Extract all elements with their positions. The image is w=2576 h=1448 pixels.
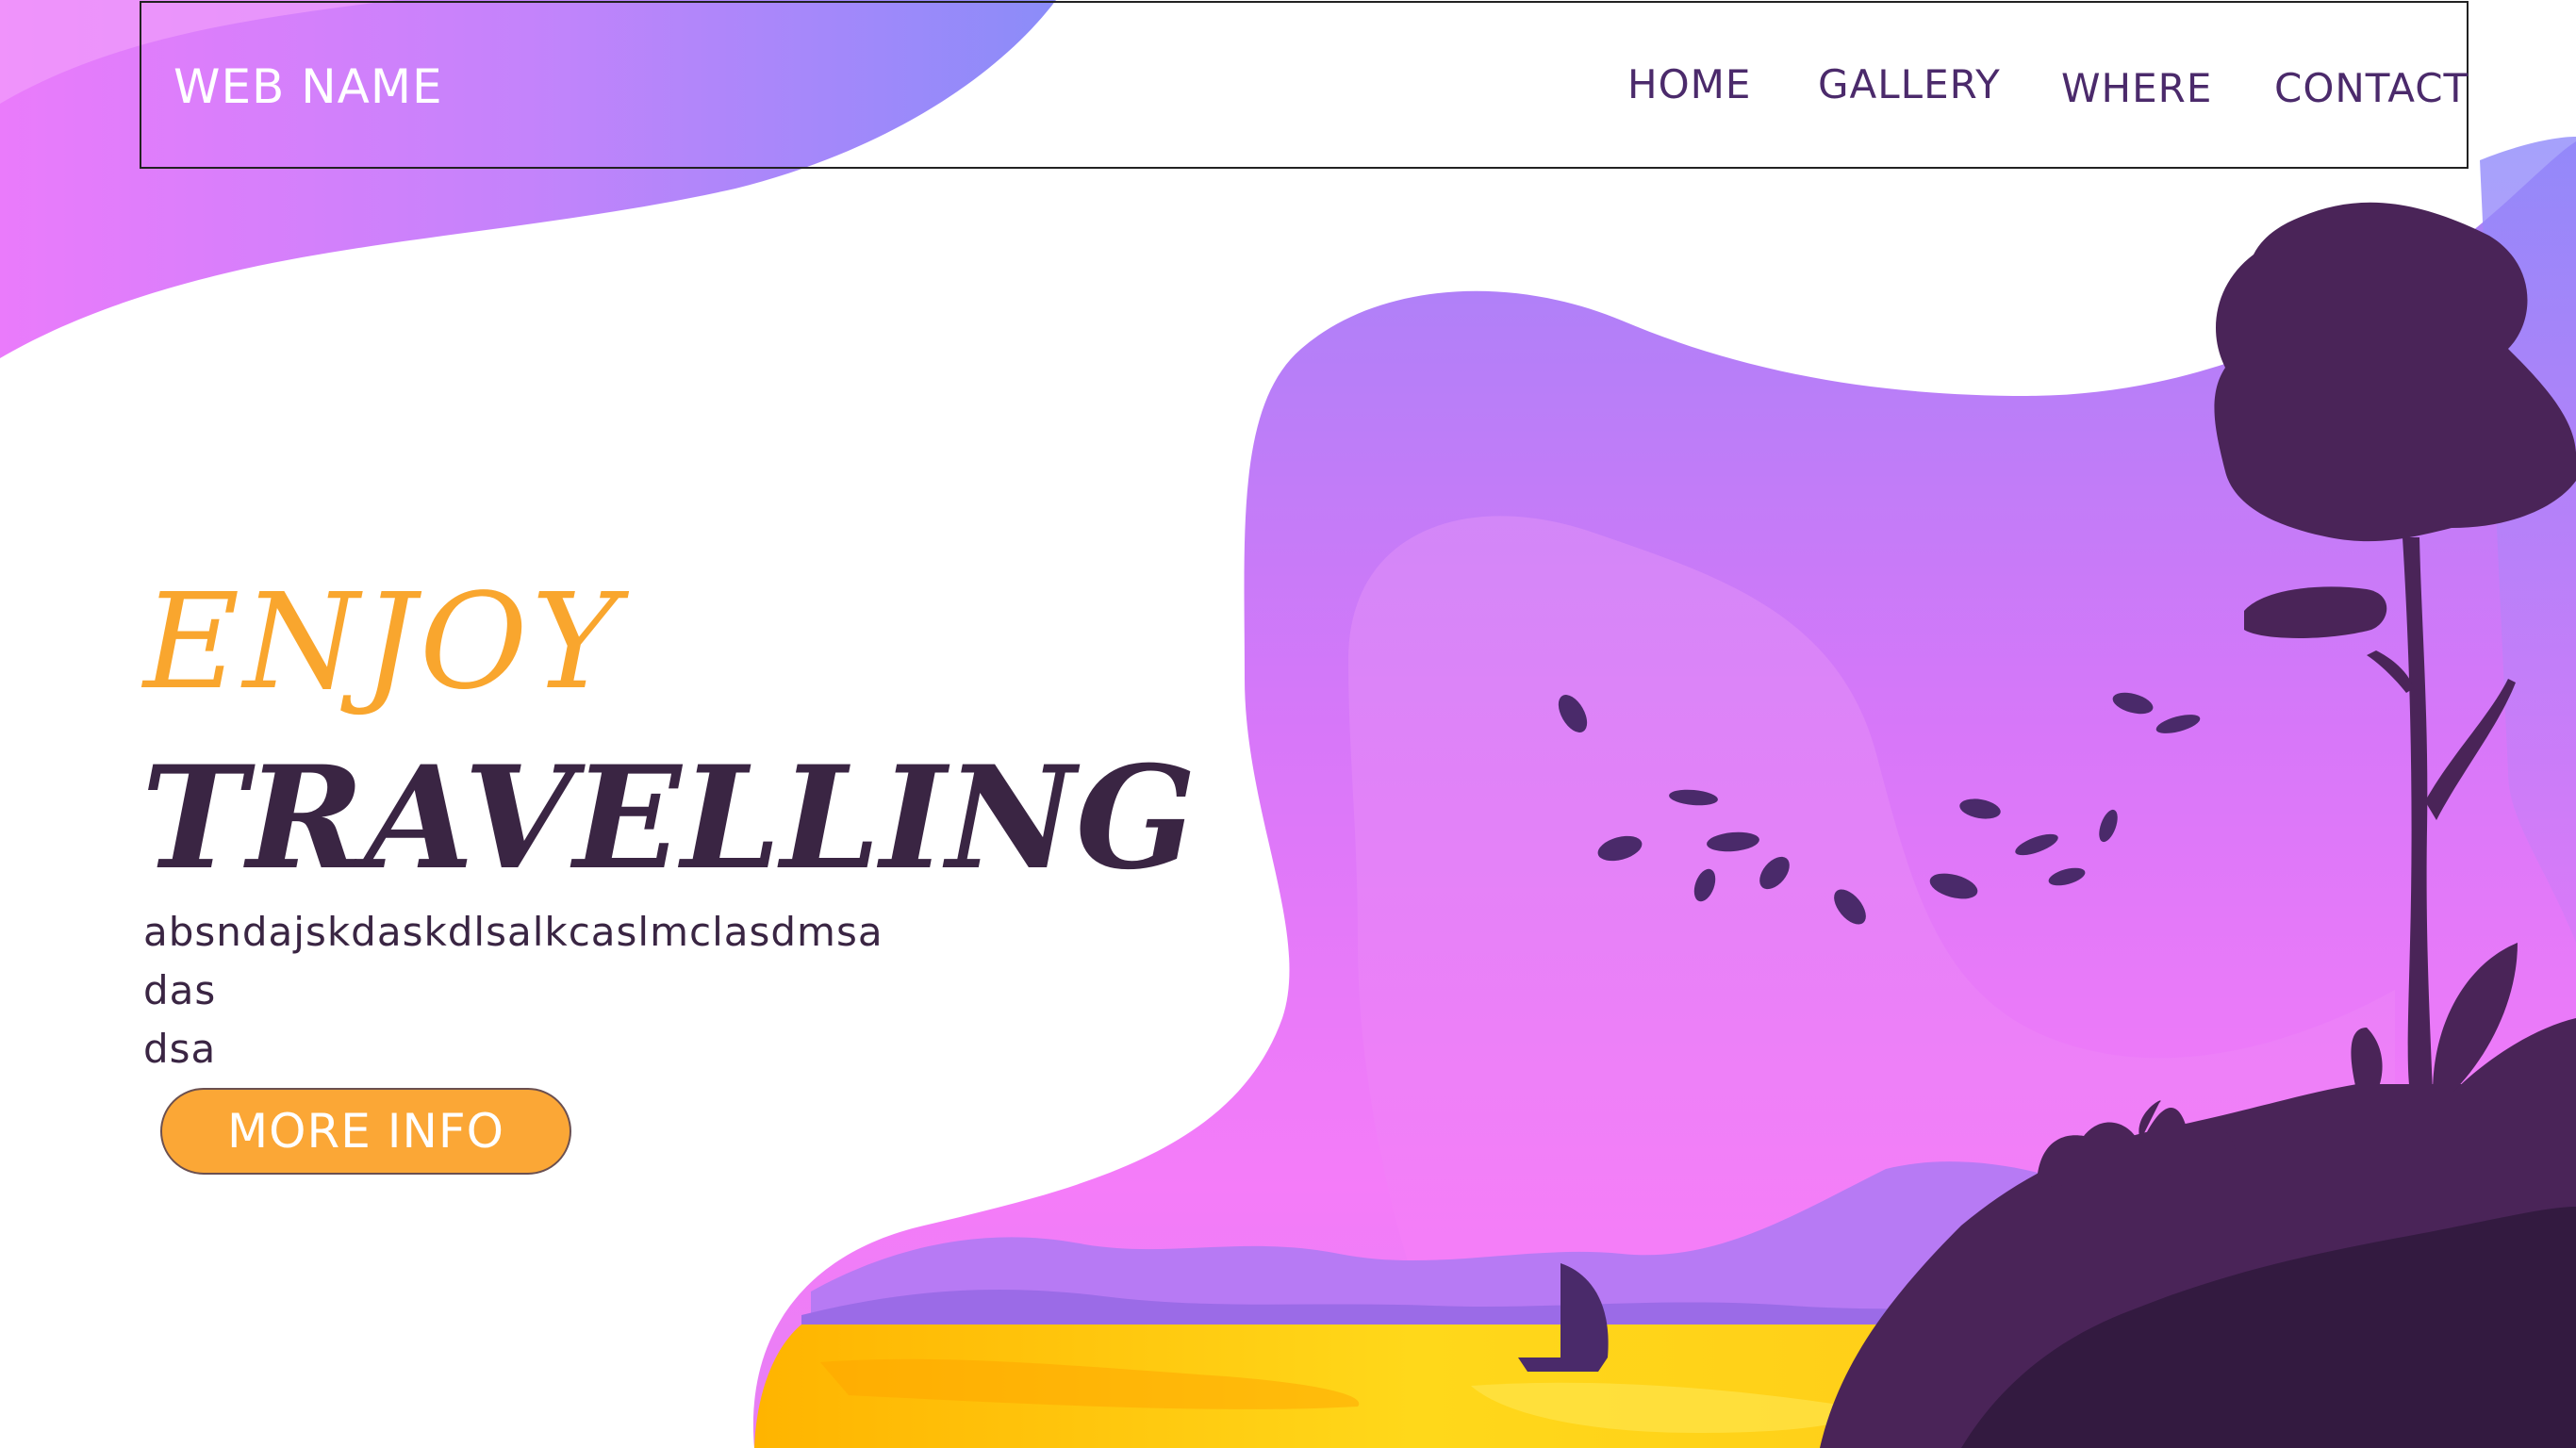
brand-logo-link[interactable]: WEB NAME bbox=[173, 59, 443, 114]
hero-description: absndajskdaskdlsalkcaslmclasdmsa das dsa bbox=[143, 903, 883, 1078]
more-info-button[interactable]: MORE INFO bbox=[160, 1088, 571, 1175]
hero-description-line: absndajskdaskdlsalkcaslmclasdmsa bbox=[143, 909, 883, 955]
landing-page: WEB NAME HOME GALLERY WHERE CONTACT ENJO… bbox=[0, 0, 2576, 1448]
nav-link-gallery[interactable]: GALLERY bbox=[1818, 61, 2001, 107]
hero-description-line: das bbox=[143, 967, 217, 1013]
top-navbar: WEB NAME HOME GALLERY WHERE CONTACT bbox=[140, 1, 2469, 169]
hero-title-travelling: TRAVELLING bbox=[141, 735, 1197, 901]
nav-link-home[interactable]: HOME bbox=[1627, 61, 1751, 107]
nav-link-contact[interactable]: CONTACT bbox=[2274, 65, 2469, 111]
hero-description-line: dsa bbox=[143, 1026, 217, 1072]
hero-title-enjoy: ENJOY bbox=[143, 566, 623, 719]
hero-illustration bbox=[0, 0, 2576, 1448]
nav-link-where[interactable]: WHERE bbox=[2061, 65, 2212, 111]
